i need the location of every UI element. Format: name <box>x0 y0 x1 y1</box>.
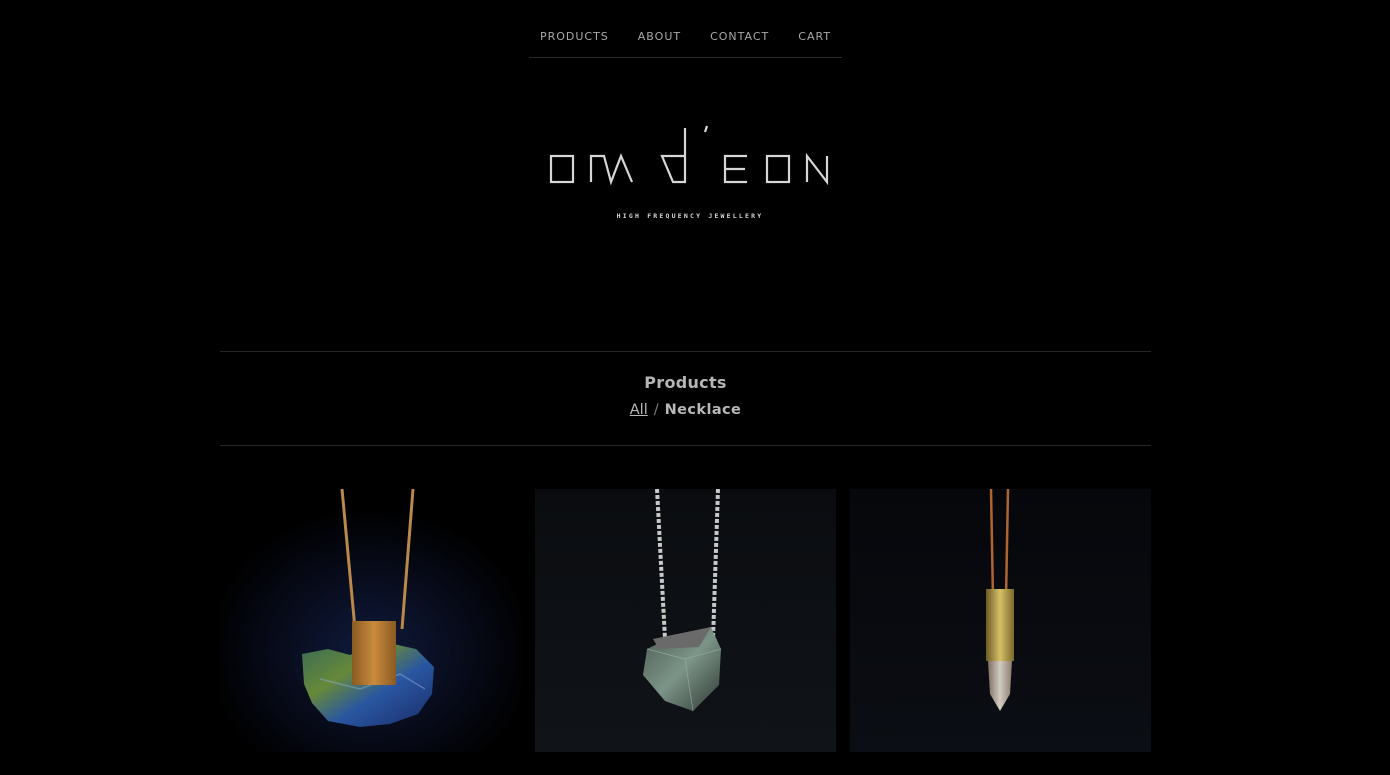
product-card[interactable] <box>535 489 836 752</box>
nav-about[interactable]: ABOUT <box>638 22 681 57</box>
product-image-quartz <box>850 489 1151 752</box>
product-image-labradorite <box>220 489 521 752</box>
page: PRODUCTS ABOUT CONTACT CART HIGH FREQUEN… <box>0 0 1390 775</box>
breadcrumb-current: Necklace <box>664 402 742 418</box>
logo-wordmark <box>549 125 829 186</box>
breadcrumb-all-link[interactable]: All <box>630 402 648 418</box>
nav-products[interactable]: PRODUCTS <box>540 22 609 57</box>
page-title: Products <box>644 373 727 392</box>
product-grid <box>220 489 1151 752</box>
section-header: Products All / Necklace <box>220 351 1151 446</box>
brand-tagline: HIGH FREQUENCY JEWELLERY <box>616 212 764 220</box>
nav-cart[interactable]: CART <box>798 22 831 57</box>
nav-contact[interactable]: CONTACT <box>710 22 769 57</box>
breadcrumb: All / Necklace <box>220 402 1151 418</box>
product-card[interactable] <box>850 489 1151 752</box>
brand-logo[interactable]: HIGH FREQUENCY JEWELLERY <box>549 124 831 224</box>
product-card[interactable] <box>220 489 521 752</box>
top-navigation: PRODUCTS ABOUT CONTACT CART <box>529 22 842 58</box>
breadcrumb-separator: / <box>653 402 659 418</box>
product-image-fluorite <box>535 489 836 752</box>
